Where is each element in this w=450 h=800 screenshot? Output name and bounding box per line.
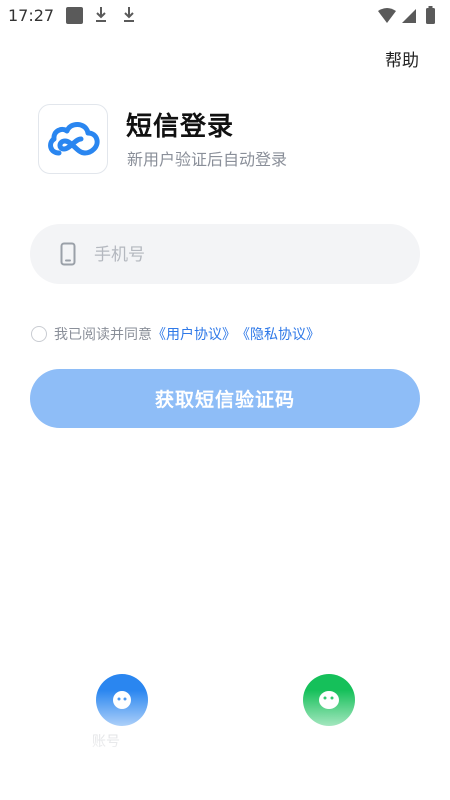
download-icon <box>124 7 134 22</box>
bottom-fade-overlay <box>0 690 450 800</box>
battery-icon <box>426 8 435 24</box>
wifi-icon <box>378 8 396 23</box>
account-login-label: 账号 <box>92 734 120 750</box>
account-login-button[interactable] <box>96 674 148 726</box>
mobile-phone-icon <box>60 242 76 266</box>
status-bar: 17:27 <box>0 0 450 32</box>
status-icons <box>378 6 435 24</box>
agreement-checkbox[interactable] <box>31 326 47 342</box>
agreement-text: 我已阅读并同意 <box>54 327 152 343</box>
user-agreement-link[interactable]: 《用户协议》 <box>152 324 236 344</box>
phone-field[interactable] <box>30 224 420 286</box>
page-title: 短信登录 <box>126 112 235 142</box>
phone-input[interactable] <box>92 224 396 286</box>
signal-icon <box>402 9 416 23</box>
help-link[interactable]: 帮助 <box>385 46 419 71</box>
cloud-icon <box>48 122 100 156</box>
wechat-login-button[interactable] <box>303 674 355 726</box>
account-icon <box>113 691 131 709</box>
download-icon <box>96 7 106 22</box>
page-subtitle: 新用户验证后自动登录 <box>127 150 288 169</box>
notification-app-icon <box>66 7 83 24</box>
privacy-agreement-link[interactable]: 《隐私协议》 <box>236 324 320 344</box>
app-logo <box>38 104 108 174</box>
wechat-icon <box>319 691 339 709</box>
status-time: 17:27 <box>8 6 55 25</box>
get-sms-code-button[interactable]: 获取短信验证码 <box>30 369 420 428</box>
agreement-row: 我已阅读并同意 《用户协议》 《隐私协议》 <box>31 324 320 344</box>
